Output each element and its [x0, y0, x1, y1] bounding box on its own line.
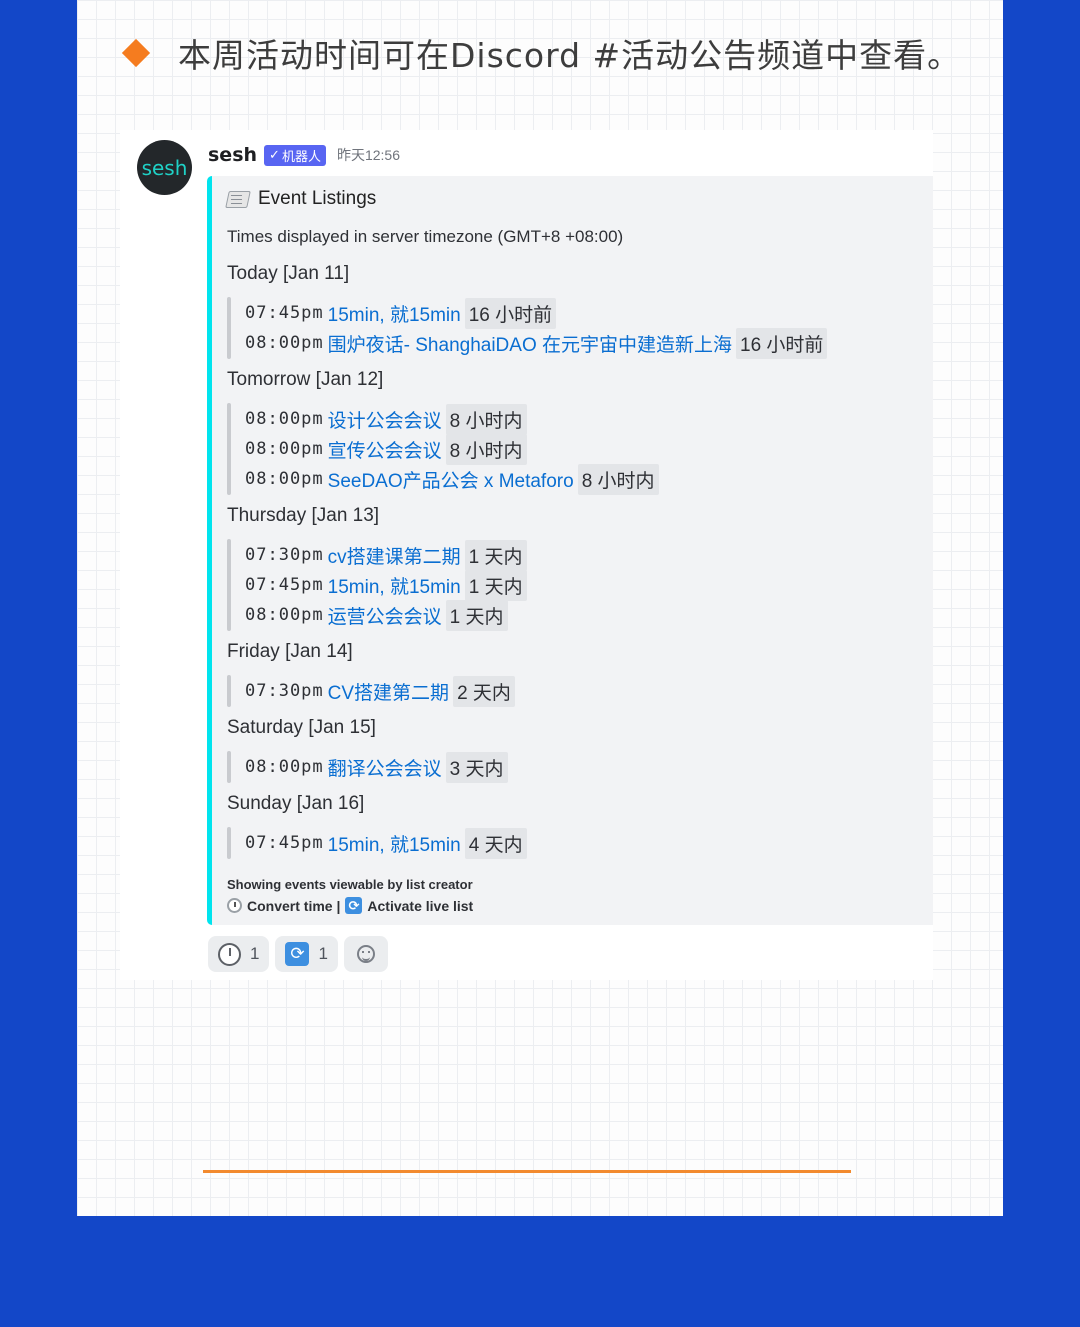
ledger-icon [225, 190, 251, 208]
event-time: 08:00pm [245, 469, 324, 489]
event-time: 07:45pm [245, 833, 324, 853]
clock-icon [227, 898, 242, 913]
event-row: 07:45pm 15min, 就15min 4 天内 [245, 827, 527, 859]
event-link[interactable]: 围炉夜话- ShanghaiDAO 在元宇宙中建造新上海 [328, 330, 732, 357]
day-heading: Saturday [Jan 15] [227, 717, 376, 738]
event-row: 08:00pm 围炉夜话- ShanghaiDAO 在元宇宙中建造新上海 16 … [245, 327, 828, 359]
event-time: 07:30pm [245, 681, 324, 701]
event-time: 07:45pm [245, 575, 324, 595]
event-row: 07:30pm cv搭建课第二期 1 天内 [245, 539, 527, 571]
embed-footer-note: Showing events viewable by list creator [227, 877, 473, 892]
event-time: 08:00pm [245, 333, 324, 353]
check-icon: ✓ [269, 147, 280, 162]
embed-title: Event Listings [225, 188, 377, 210]
event-link[interactable]: SeeDAO产品公会 x Metaforo [328, 466, 574, 493]
day-heading: Thursday [Jan 13] [227, 505, 380, 526]
event-row: 08:00pm 设计公会会议 8 小时内 [245, 403, 527, 435]
event-relative-time: 1 天内 [445, 599, 508, 631]
day-heading: Sunday [Jan 16] [227, 793, 365, 814]
event-row: 08:00pm 运营公会会议 1 天内 [245, 599, 508, 631]
event-relative-time: 2 天内 [453, 675, 515, 707]
event-link[interactable]: 运营公会会议 [328, 602, 442, 629]
message-header: sesh ✓ 机器人 昨天12:56 [208, 142, 400, 168]
orange-divider [203, 1170, 851, 1173]
event-time: 08:00pm [245, 605, 324, 625]
cycle-icon: ⟳ [285, 942, 310, 966]
bot-tag-label: 机器人 [281, 148, 321, 164]
bot-name[interactable]: sesh [208, 144, 257, 166]
cycle-icon: ⟳ [345, 897, 363, 914]
event-time: 07:30pm [245, 545, 324, 565]
day-event-block: 08:00pm 设计公会会议 8 小时内 08:00pm 宣传公会会议 8 小时… [227, 403, 659, 495]
day-event-block: 08:00pm 翻译公会会议 3 天内 [227, 751, 508, 783]
event-time: 07:45pm [245, 303, 324, 323]
bot-tag: ✓ 机器人 [264, 144, 326, 166]
event-link[interactable]: CV搭建第二期 [328, 678, 449, 705]
event-relative-time: 16 小时前 [736, 327, 828, 359]
event-relative-time: 1 天内 [464, 539, 527, 571]
event-relative-time: 8 小时内 [577, 463, 659, 495]
event-link[interactable]: cv搭建课第二期 [328, 542, 461, 569]
add-reaction-icon [356, 945, 375, 963]
day-heading: Today [Jan 11] [227, 263, 350, 284]
event-row: 07:45pm 15min, 就15min 16 小时前 [245, 297, 557, 329]
diamond-bullet-icon [121, 38, 151, 68]
embed-description: Times displayed in server timezone (GMT+… [227, 227, 624, 246]
event-link[interactable]: 翻译公会会议 [328, 754, 442, 781]
avatar[interactable]: sesh [137, 140, 192, 195]
event-row: 08:00pm 宣传公会会议 8 小时内 [245, 433, 527, 465]
event-relative-time: 4 天内 [464, 827, 527, 859]
event-relative-time: 8 小时内 [445, 403, 527, 435]
event-time: 08:00pm [245, 409, 324, 429]
reaction-bar: 1 ⟳ 1 [208, 936, 388, 972]
day-heading: Friday [Jan 14] [227, 641, 353, 662]
event-link[interactable]: 宣传公会会议 [328, 436, 442, 463]
embed-footer-actions: Convert time | ⟳ Activate live list [227, 897, 473, 914]
event-relative-time: 16 小时前 [464, 297, 557, 329]
reaction-cycle[interactable]: ⟳ 1 [275, 936, 338, 972]
day-event-block: 07:30pm cv搭建课第二期 1 天内 07:45pm 15min, 就15… [227, 539, 527, 631]
event-link[interactable]: 设计公会会议 [328, 406, 442, 433]
event-row: 07:45pm 15min, 就15min 1 天内 [245, 569, 527, 601]
reaction-count: 1 [318, 944, 328, 963]
heading-text: 本周活动时间可在Discord #活动公告频道中查看。 [178, 36, 962, 75]
event-row: 07:30pm CV搭建第二期 2 天内 [245, 675, 515, 707]
clock-icon [218, 942, 241, 966]
event-link[interactable]: 15min, 就15min [328, 830, 461, 857]
activate-live-list-label: Activate live list [367, 897, 474, 914]
event-relative-time: 8 小时内 [445, 433, 527, 465]
add-reaction-button[interactable] [343, 936, 388, 972]
event-relative-time: 3 天内 [445, 751, 508, 783]
day-event-block: 07:45pm 15min, 就15min 4 天内 [227, 827, 527, 859]
section-heading: 本周活动时间可在Discord #活动公告频道中查看。 [120, 30, 961, 76]
reaction-count: 1 [250, 944, 260, 963]
event-row: 08:00pm SeeDAO产品公会 x Metaforo 8 小时内 [245, 463, 659, 495]
event-time: 08:00pm [245, 757, 324, 777]
reaction-clock[interactable]: 1 [208, 936, 270, 972]
day-event-block: 07:30pm CV搭建第二期 2 天内 [227, 675, 515, 707]
day-event-block: 07:45pm 15min, 就15min 16 小时前 08:00pm 围炉夜… [227, 297, 828, 359]
message-timestamp[interactable]: 昨天12:56 [337, 145, 400, 165]
event-relative-time: 1 天内 [464, 569, 527, 601]
event-link[interactable]: 15min, 就15min [328, 572, 461, 599]
event-row: 08:00pm 翻译公会会议 3 天内 [245, 751, 508, 783]
day-heading: Tomorrow [Jan 12] [227, 369, 384, 390]
event-listing-embed: Event Listings Times displayed in server… [207, 176, 933, 925]
embed-title-text: Event Listings [258, 188, 377, 209]
event-link[interactable]: 15min, 就15min [328, 300, 461, 327]
convert-time-label: Convert time | [247, 897, 341, 914]
event-time: 08:00pm [245, 439, 324, 459]
